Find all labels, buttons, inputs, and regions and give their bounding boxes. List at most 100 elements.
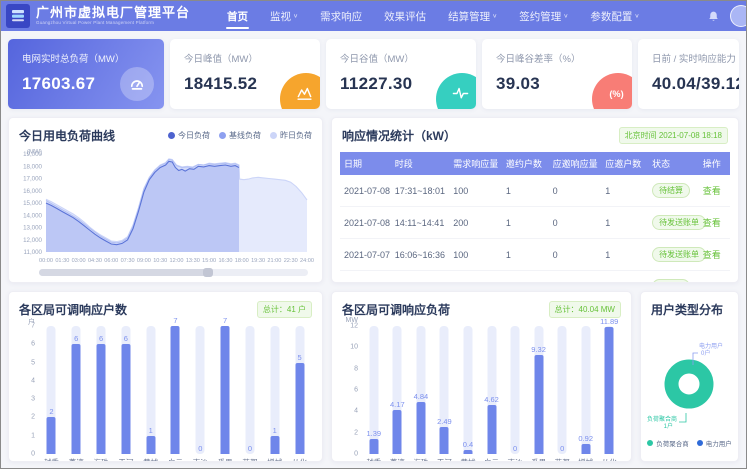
- bar-column-增城: 0.92: [574, 326, 598, 454]
- legend-item-电力用户[interactable]: 电力用户: [697, 438, 732, 448]
- bar: [393, 410, 402, 454]
- status-badge: 待结算: [652, 183, 690, 198]
- middle-row: 今日用电负荷曲线 今日负荷基线负荷昨日负荷 (MW)11,00012,00013…: [8, 117, 739, 283]
- bar-track: [245, 326, 254, 454]
- y-axis-tick: 6: [31, 341, 35, 348]
- y-axis-tick: 7: [31, 323, 35, 330]
- bar-value-label: 0: [550, 444, 574, 453]
- column-header: 日期: [340, 152, 391, 175]
- legend-dot: [647, 440, 653, 446]
- nav-item-参数配置[interactable]: 参数配置∨: [579, 1, 650, 31]
- nav-item-签约管理[interactable]: 签约管理∨: [508, 1, 579, 31]
- svg-text:04:30: 04:30: [88, 258, 102, 264]
- nav-item-需求响应[interactable]: 需求响应: [309, 1, 373, 31]
- kpi-row: 电网实时总负荷（MW） 17603.67 今日峰值（MW） 18415.52 今…: [8, 39, 739, 109]
- table-cell: 200: [449, 271, 502, 284]
- table-cell: 2021-07-01: [340, 271, 391, 284]
- svg-text:19,000: 19,000: [23, 151, 42, 158]
- bar: [416, 402, 425, 454]
- panel-title: 各区局可调响应户数: [19, 301, 127, 318]
- bar-value-label: 0: [238, 444, 263, 453]
- bar-column-海珠: 6: [89, 326, 114, 454]
- table-cell: 1: [601, 271, 648, 284]
- legend-item-今日负荷[interactable]: 今日负荷: [168, 130, 210, 141]
- bar-track: [463, 326, 472, 454]
- table-cell: 100: [449, 175, 502, 207]
- nav-item-监视[interactable]: 监视∨: [259, 1, 309, 31]
- datazoom-slider[interactable]: [39, 269, 308, 276]
- x-axis-label: 增城: [574, 457, 598, 462]
- nav-item-结算管理[interactable]: 结算管理∨: [437, 1, 508, 31]
- svg-text:21:00: 21:00: [267, 258, 281, 264]
- table-cell: 17:31~18:01: [391, 175, 450, 207]
- bar-plot: 26661707015: [39, 326, 312, 454]
- bar-value-label: 1: [138, 426, 163, 435]
- svg-text:10:30: 10:30: [153, 258, 167, 264]
- bar-value-label: 0.92: [574, 434, 598, 443]
- datazoom-selected[interactable]: [39, 269, 208, 276]
- nav-item-label: 签约管理: [519, 9, 561, 24]
- peak-chart-glyph: [296, 85, 313, 102]
- x-axis-labels: 越秀荔湾海珠天河黄埔白云南沙番禺花都增城从化: [39, 457, 312, 462]
- user-type-donut-chart: 电力用户0户负荷聚合商1户: [641, 324, 739, 436]
- nav-item-效果评估[interactable]: 效果评估: [373, 1, 437, 31]
- svg-text:00:00: 00:00: [39, 258, 53, 264]
- panel-title: 今日用电负荷曲线: [19, 127, 115, 144]
- table-cell: 1: [502, 207, 549, 239]
- table-row: 2021-07-0716:06~16:36100101待发送账单查看: [340, 239, 730, 271]
- table-row: 2021-07-0115:29~15:59200101待结算查看: [340, 271, 730, 284]
- kpi-label: 电网实时总负荷（MW）: [22, 51, 164, 65]
- response-table: 日期时段需求响应量邀约户数应邀响应量应邀户数状态操作 2021-07-0817:…: [340, 152, 730, 283]
- bell-icon[interactable]: [707, 10, 720, 23]
- bar-columns: 1.394.174.842.490.44.6209.3200.9211.89: [362, 326, 621, 454]
- y-axis-tick: 0: [31, 451, 35, 458]
- beijing-time-badge: 北京时间 2021-07-08 18:18: [619, 127, 728, 144]
- legend-item-昨日负荷[interactable]: 昨日负荷: [270, 130, 312, 141]
- main-nav: 首页监视∨需求响应效果评估结算管理∨签约管理∨参数配置∨: [216, 1, 651, 31]
- bar-chart-area: 户0123456726661707015: [17, 326, 312, 454]
- bar-column-黄埔: 0.4: [456, 326, 480, 454]
- bar: [146, 436, 155, 454]
- kpi-label: 今日峰值（MW）: [184, 51, 320, 65]
- status-badge: 待发送账单: [652, 215, 706, 230]
- bar-column-花都: 0: [238, 326, 263, 454]
- bar-column-黄埔: 1: [138, 326, 163, 454]
- table-cell: 0: [549, 271, 602, 284]
- nav-item-首页[interactable]: 首页: [216, 1, 259, 31]
- table-row: 2021-07-0814:11~14:41200101待发送账单查看: [340, 207, 730, 239]
- x-axis-label: 海珠: [409, 457, 433, 462]
- datazoom-handle[interactable]: [203, 268, 213, 277]
- district-load-panel: 各区局可调响应负荷 总计：40.04 MW MW0246810121.394.1…: [331, 291, 632, 462]
- panel-title: 响应情况统计（kW）: [342, 127, 456, 144]
- bar-value-label: 4.84: [409, 392, 433, 401]
- bar-plot: 1.394.174.842.490.44.6209.3200.9211.89: [362, 326, 621, 454]
- x-axis-label: 荔湾: [64, 457, 89, 462]
- legend-item-负荷聚合商[interactable]: 负荷聚合商: [647, 438, 689, 448]
- legend-item-基线负荷[interactable]: 基线负荷: [219, 130, 261, 141]
- table-cell: 2021-07-08: [340, 175, 391, 207]
- legend-dot: [697, 440, 703, 446]
- kpi-card-today-peak: 今日峰值（MW） 18415.52: [170, 39, 320, 109]
- y-axis-tick: 12: [350, 323, 358, 330]
- svg-text:0户: 0户: [701, 349, 710, 357]
- bar-value-label: 7: [213, 316, 238, 325]
- view-link[interactable]: 查看: [703, 186, 721, 196]
- bar: [270, 436, 279, 454]
- bar-column-荔湾: 4.17: [386, 326, 410, 454]
- legend-label: 负荷聚合商: [656, 438, 689, 448]
- bar: [121, 344, 130, 454]
- view-link[interactable]: 查看: [703, 282, 721, 283]
- legend-label: 电力用户: [706, 438, 732, 448]
- avatar[interactable]: [730, 5, 747, 27]
- table-cell: 1: [502, 271, 549, 284]
- bar-value-label: 6: [113, 334, 138, 343]
- bar-column-增城: 1: [262, 326, 287, 454]
- y-axis-tick: 5: [31, 359, 35, 366]
- view-link[interactable]: 查看: [703, 218, 721, 228]
- bar-column-白云: 7: [163, 326, 188, 454]
- view-link[interactable]: 查看: [703, 250, 721, 260]
- x-axis-label: 花都: [238, 457, 263, 462]
- bar-value-label: 7: [163, 316, 188, 325]
- svg-text:14,000: 14,000: [23, 212, 42, 219]
- svg-text:电力用户: 电力用户: [699, 342, 723, 350]
